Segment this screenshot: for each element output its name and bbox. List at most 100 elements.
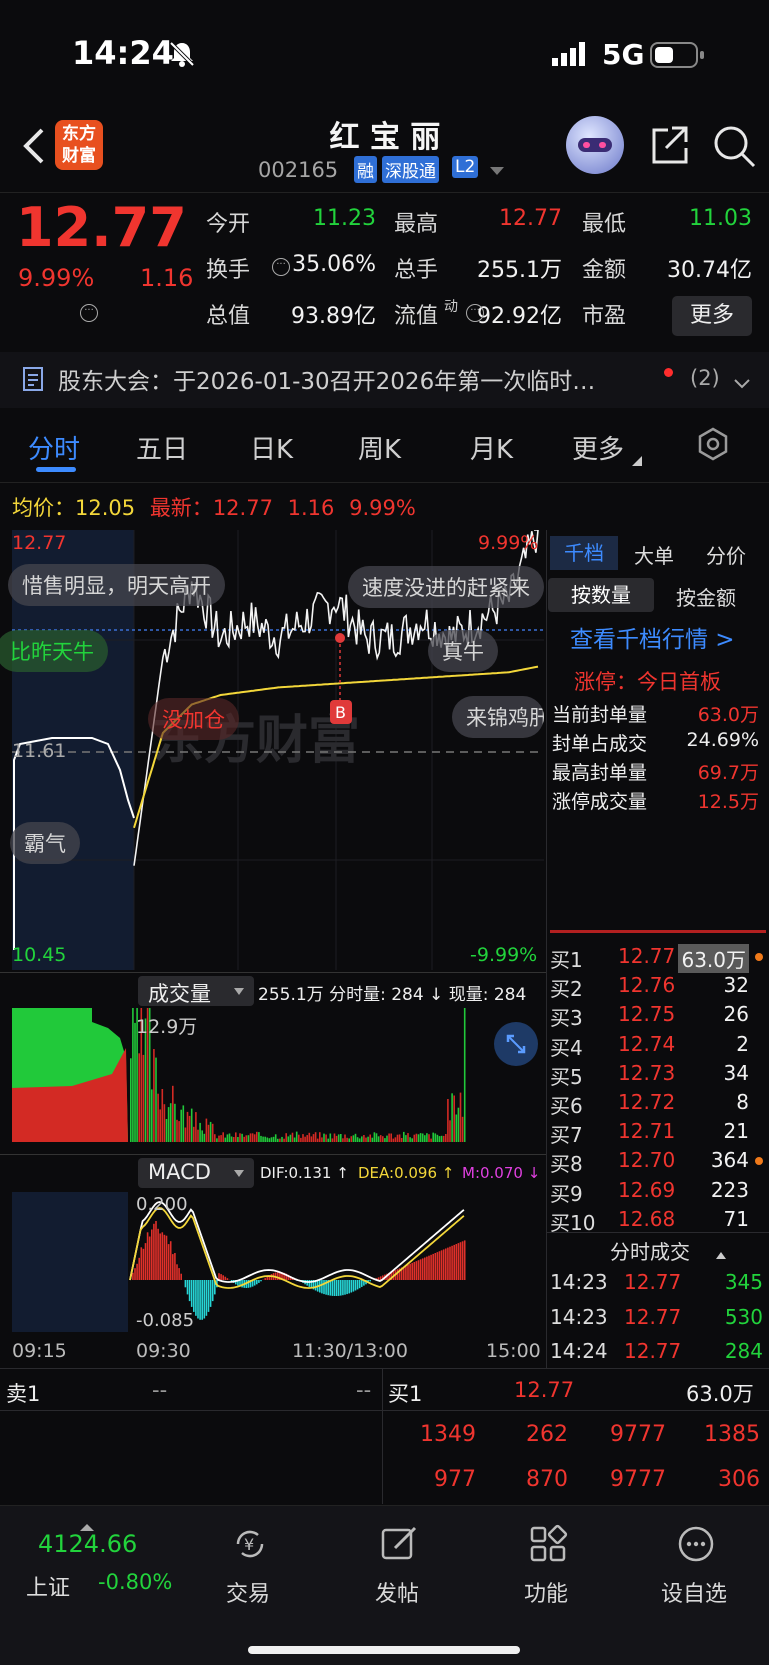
- volume-bar: [230, 1136, 233, 1142]
- tab-weekly-k[interactable]: 周K: [358, 429, 401, 466]
- tab-big-orders[interactable]: 大单: [634, 540, 674, 569]
- volume-bar: [352, 1135, 355, 1142]
- danmu-bubble[interactable]: 真牛: [428, 630, 498, 672]
- volume-bar: [272, 1136, 275, 1142]
- volume-bar: [337, 1134, 340, 1142]
- indicator-selector[interactable]: MACD: [138, 1158, 254, 1188]
- tab-more[interactable]: 更多: [572, 429, 624, 466]
- index-change[interactable]: -0.80%: [98, 1570, 172, 1594]
- macd-bar: [184, 1280, 187, 1288]
- trades-title[interactable]: 分时成交: [610, 1236, 690, 1265]
- volume-bar: [327, 1138, 329, 1142]
- volume-bar: [228, 1133, 231, 1142]
- quote-value: 93.89亿: [291, 304, 376, 329]
- notice-bar[interactable]: 股东大会：于2026-01-30召开2026年第一次临时… (2): [0, 352, 769, 408]
- app-logo[interactable]: 东方 财富: [55, 120, 103, 170]
- danmu-bubble[interactable]: 没加仓: [148, 698, 239, 740]
- tab-daily-k[interactable]: 日K: [250, 429, 293, 466]
- bid-price: 12.74: [618, 1031, 676, 1056]
- volume-bar: [287, 1136, 290, 1142]
- bid-row[interactable]: 买2 12.76 32: [546, 973, 769, 1001]
- by-quantity-button[interactable]: 按数量: [548, 578, 654, 612]
- info-icon[interactable]: ···: [272, 258, 290, 276]
- danmu-bubble[interactable]: 比昨天牛: [0, 630, 108, 672]
- info-icon[interactable]: ···: [80, 304, 98, 322]
- y-bottom-pct: -9.99%: [470, 944, 538, 966]
- macd-bar: [174, 1253, 176, 1280]
- volume-bar: [195, 1112, 197, 1142]
- y-mid-label: 11.61: [12, 740, 67, 762]
- tab-monthly-k[interactable]: 月K: [470, 429, 513, 466]
- more-button[interactable]: 更多: [672, 296, 752, 336]
- tab-intraday[interactable]: 分时: [28, 429, 80, 466]
- macd-bar: [159, 1233, 161, 1280]
- bid-label: 买4: [550, 1035, 583, 1060]
- document-icon: [22, 366, 46, 396]
- bid-row[interactable]: 买4 12.74 2: [546, 1032, 769, 1060]
- danmu-bubble[interactable]: 速度没进的赶紧来: [348, 566, 544, 608]
- bid-row[interactable]: 买6 12.72 8: [546, 1090, 769, 1118]
- settings-icon[interactable]: [696, 427, 730, 465]
- bid-row[interactable]: 买3 12.75 26: [546, 1002, 769, 1030]
- network-label: 5G: [602, 38, 645, 71]
- macd-bar: [405, 1265, 407, 1280]
- bid-row[interactable]: 买8 12.70 364: [546, 1148, 769, 1176]
- volume-bar: [211, 1123, 214, 1142]
- bid-qty: 8: [736, 1090, 749, 1114]
- volume-bar: [151, 1089, 153, 1142]
- index-name[interactable]: 上证: [26, 1570, 70, 1602]
- buy-marker-label: B: [335, 703, 346, 722]
- bid-row[interactable]: 买9 12.69 223: [546, 1178, 769, 1206]
- volume-bar: [445, 1134, 447, 1142]
- tab-thousand-levels[interactable]: 千档: [550, 536, 618, 570]
- macd-bar: [350, 1280, 353, 1293]
- macd-bar: [323, 1280, 325, 1295]
- volume-bar: [365, 1137, 367, 1142]
- volume-bar: [394, 1137, 397, 1142]
- volume-selector[interactable]: 成交量: [138, 976, 254, 1006]
- volume-bar: [182, 1105, 185, 1142]
- tab-price-dist[interactable]: 分价: [706, 540, 746, 569]
- share-icon[interactable]: [648, 124, 690, 170]
- active-tab-indicator: [36, 467, 76, 472]
- macd-bar: [342, 1280, 344, 1296]
- bid-row[interactable]: 买1 12.77 63.0万: [546, 944, 769, 973]
- bid-row[interactable]: 买5 12.73 34: [546, 1061, 769, 1089]
- volume-bar: [279, 1138, 281, 1142]
- expand-icon[interactable]: [494, 1022, 538, 1066]
- dropdown-icon[interactable]: [490, 162, 504, 181]
- back-icon[interactable]: [18, 126, 48, 170]
- volume-bar: [384, 1138, 386, 1142]
- danmu-bubble[interactable]: 来锦鸡肝: [452, 696, 544, 738]
- danmu-bubble[interactable]: 霸气: [10, 822, 80, 864]
- info-icon[interactable]: ···: [466, 304, 484, 322]
- macd-bar: [222, 1275, 224, 1280]
- search-icon[interactable]: [712, 124, 758, 174]
- volume-bar: [369, 1134, 371, 1142]
- bid-row[interactable]: 买10 12.68 71: [546, 1207, 769, 1235]
- big-order-dot: [755, 1157, 763, 1166]
- volume-bar: [218, 1135, 220, 1142]
- queue-order: 1349: [420, 1422, 476, 1447]
- limit-stat-value: 63.0万: [697, 704, 759, 726]
- assistant-avatar[interactable]: [566, 116, 624, 174]
- view-levels-link[interactable]: 查看千档行情 >: [570, 620, 735, 654]
- by-amount-button[interactable]: 按金额: [676, 582, 736, 611]
- macd-bar: [413, 1262, 416, 1280]
- index-value[interactable]: 4124.66: [38, 1530, 137, 1558]
- volume-chart[interactable]: [12, 1008, 544, 1152]
- tab-5day[interactable]: 五日: [136, 429, 188, 466]
- macd-chart[interactable]: [12, 1192, 544, 1336]
- volume-bar: [253, 1134, 256, 1142]
- yen-cycle-icon: ¥: [236, 1530, 264, 1558]
- bid-qty: 2: [736, 1031, 749, 1056]
- bid-row[interactable]: 买7 12.71 21: [546, 1119, 769, 1147]
- volume-bar: [440, 1135, 443, 1142]
- macd-dif: DIF:0.131 ↑: [260, 1164, 349, 1182]
- volume-bar: [340, 1134, 342, 1142]
- volume-bar: [312, 1134, 315, 1142]
- volume-bar: [178, 1121, 180, 1142]
- volume-bar: [306, 1135, 308, 1142]
- unread-dot: [664, 368, 673, 377]
- danmu-bubble[interactable]: 惜售明显，明天高开: [8, 564, 225, 606]
